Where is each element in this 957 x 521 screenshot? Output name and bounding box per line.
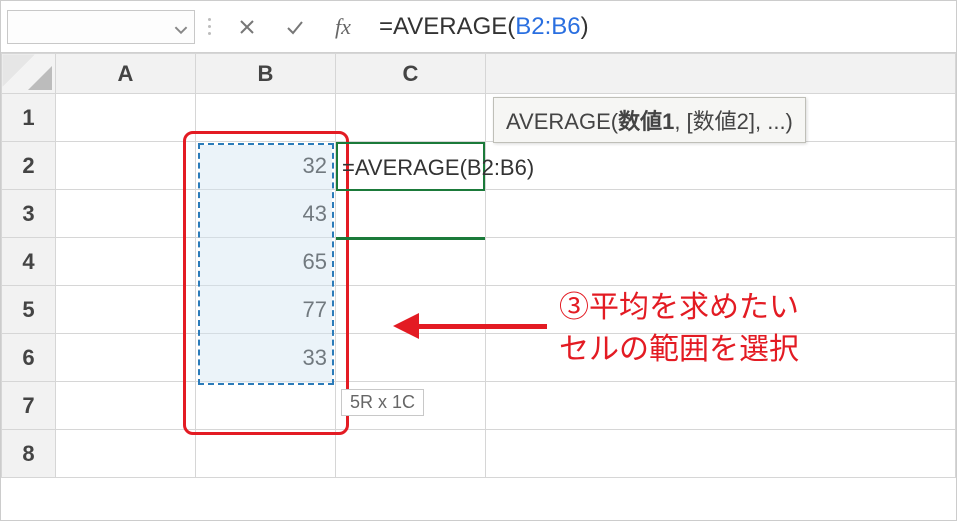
accept-button[interactable] bbox=[271, 10, 319, 44]
cell-D3[interactable] bbox=[486, 190, 956, 238]
formula-text-suffix: ) bbox=[581, 13, 589, 41]
col-header-B[interactable]: B bbox=[196, 54, 336, 94]
cell-A1[interactable] bbox=[56, 94, 196, 142]
cell-B6[interactable]: 33 bbox=[196, 334, 336, 382]
tooltip-fn: AVERAGE( bbox=[506, 109, 618, 134]
cell-B2[interactable]: 32 bbox=[196, 142, 336, 190]
check-icon bbox=[285, 17, 305, 37]
cell-value: 43 bbox=[303, 201, 327, 226]
row-header-7[interactable]: 7 bbox=[2, 382, 56, 430]
tooltip-arg1: 数値1 bbox=[618, 109, 674, 134]
formula-input[interactable]: =AVERAGE(B2:B6) bbox=[375, 10, 950, 44]
separator-dots-icon bbox=[203, 10, 215, 44]
cell-B5[interactable]: 77 bbox=[196, 286, 336, 334]
row-label: 8 bbox=[22, 441, 34, 466]
col-label: A bbox=[118, 61, 134, 86]
annotation-arrow-line bbox=[419, 324, 547, 329]
cell-A2[interactable] bbox=[56, 142, 196, 190]
col-header-blank[interactable] bbox=[486, 54, 956, 94]
x-icon bbox=[237, 17, 257, 37]
annotation-line1: ③平均を求めたい bbox=[559, 287, 799, 329]
cell-A3[interactable] bbox=[56, 190, 196, 238]
cancel-button[interactable] bbox=[223, 10, 271, 44]
row-header-6[interactable]: 6 bbox=[2, 334, 56, 382]
cell-C4[interactable] bbox=[336, 238, 486, 286]
cell-B3[interactable]: 43 bbox=[196, 190, 336, 238]
name-box[interactable] bbox=[7, 10, 195, 44]
cell-C6[interactable] bbox=[336, 334, 486, 382]
cell-B1[interactable] bbox=[196, 94, 336, 142]
formula-text-prefix: =AVERAGE( bbox=[379, 13, 515, 41]
cell-D8[interactable] bbox=[486, 430, 956, 478]
row-header-5[interactable]: 5 bbox=[2, 286, 56, 334]
cell-C2[interactable] bbox=[336, 142, 486, 190]
cell-A4[interactable] bbox=[56, 238, 196, 286]
row-header-2[interactable]: 2 bbox=[2, 142, 56, 190]
cell-A8[interactable] bbox=[56, 430, 196, 478]
cell-A6[interactable] bbox=[56, 334, 196, 382]
name-box-dropdown-icon[interactable] bbox=[174, 20, 188, 34]
annotation-text: ③平均を求めたい セルの範囲を選択 bbox=[559, 287, 799, 371]
row-label: 6 bbox=[22, 345, 34, 370]
row-label: 5 bbox=[22, 297, 34, 322]
cell-A7[interactable] bbox=[56, 382, 196, 430]
cell-C1[interactable] bbox=[336, 94, 486, 142]
col-label: B bbox=[258, 61, 274, 86]
row-header-3[interactable]: 3 bbox=[2, 190, 56, 238]
row-label: 7 bbox=[22, 393, 34, 418]
select-all-corner[interactable] bbox=[2, 54, 56, 94]
tooltip-rest: , [数値2], ...) bbox=[674, 109, 793, 134]
col-header-C[interactable]: C bbox=[336, 54, 486, 94]
cell-C3[interactable] bbox=[336, 190, 486, 238]
row-label: 1 bbox=[22, 105, 34, 130]
cell-B4[interactable]: 65 bbox=[196, 238, 336, 286]
fx-icon: fx bbox=[335, 14, 351, 40]
cell-value: 33 bbox=[303, 345, 327, 370]
cell-value: 77 bbox=[303, 297, 327, 322]
cell-D7[interactable] bbox=[486, 382, 956, 430]
row-label: 2 bbox=[22, 153, 34, 178]
row-header-8[interactable]: 8 bbox=[2, 430, 56, 478]
selection-size-tooltip: 5R x 1C bbox=[341, 389, 424, 416]
formula-bar: fx =AVERAGE(B2:B6) bbox=[1, 1, 956, 53]
row-header-1[interactable]: 1 bbox=[2, 94, 56, 142]
cell-A5[interactable] bbox=[56, 286, 196, 334]
cell-D4[interactable] bbox=[486, 238, 956, 286]
annotation-arrow-head-icon bbox=[393, 313, 419, 339]
cell-D2[interactable] bbox=[486, 142, 956, 190]
cell-value: 65 bbox=[303, 249, 327, 274]
row-label: 4 bbox=[22, 249, 34, 274]
annotation-line2: セルの範囲を選択 bbox=[559, 333, 799, 366]
cell-C8[interactable] bbox=[336, 430, 486, 478]
insert-function-button[interactable]: fx bbox=[319, 10, 367, 44]
cell-B7[interactable] bbox=[196, 382, 336, 430]
function-tooltip: AVERAGE(数値1, [数値2], ...) bbox=[493, 97, 806, 143]
worksheet[interactable]: A B C 1 2 32 3 43 bbox=[1, 53, 956, 478]
row-label: 3 bbox=[22, 201, 34, 226]
col-header-A[interactable]: A bbox=[56, 54, 196, 94]
col-label: C bbox=[403, 61, 419, 86]
cell-B8[interactable] bbox=[196, 430, 336, 478]
formula-text-ref: B2:B6 bbox=[515, 13, 580, 41]
row-header-4[interactable]: 4 bbox=[2, 238, 56, 286]
cell-value: 32 bbox=[303, 153, 327, 178]
